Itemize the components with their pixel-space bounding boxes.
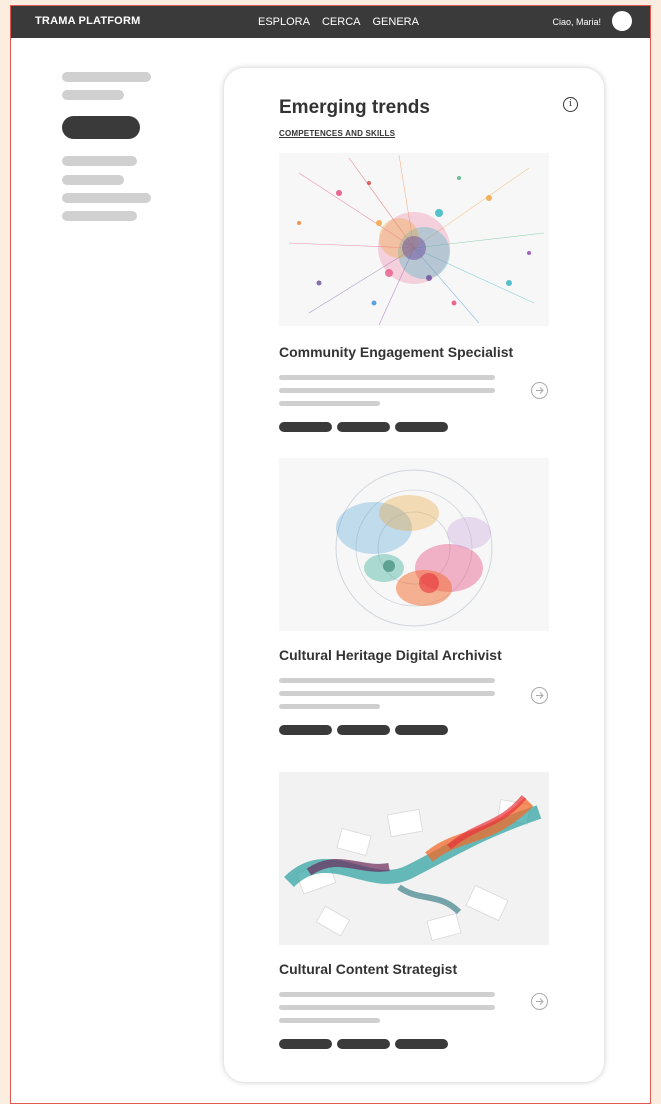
sidebar-placeholder-line [62, 72, 151, 82]
avatar[interactable] [612, 11, 632, 31]
sidebar-placeholder-line [62, 211, 137, 221]
sidebar-active-button[interactable] [62, 116, 140, 139]
user-greeting: Ciao, Maria! [552, 17, 601, 27]
placeholder-line [279, 1018, 380, 1023]
info-icon[interactable]: i [563, 97, 578, 112]
item-title[interactable]: Cultural Content Strategist [279, 961, 457, 977]
item-title[interactable]: Community Engagement Specialist [279, 344, 513, 360]
placeholder-line [279, 678, 495, 683]
tag-placeholder[interactable] [279, 1039, 332, 1049]
arrow-right-icon[interactable] [531, 382, 548, 399]
placeholder-line [279, 1005, 495, 1010]
arrow-right-icon[interactable] [531, 993, 548, 1010]
placeholder-line [279, 691, 495, 696]
tag-placeholder[interactable] [395, 725, 448, 735]
placeholder-line [279, 375, 495, 380]
app-frame: TRAMA PLATFORM ESPLORA CERCA GENERA Ciao… [10, 5, 651, 1104]
sidebar-placeholder-line [62, 175, 124, 185]
sidebar-placeholder-line [62, 90, 124, 100]
nav-esplora[interactable]: ESPLORA [258, 16, 310, 28]
top-navigation-bar: TRAMA PLATFORM ESPLORA CERCA GENERA Ciao… [11, 6, 650, 38]
tag-placeholder[interactable] [395, 422, 448, 432]
placeholder-line [279, 704, 380, 709]
item-title[interactable]: Cultural Heritage Digital Archivist [279, 647, 502, 663]
placeholder-line [279, 401, 380, 406]
tag-placeholder[interactable] [337, 1039, 390, 1049]
card-subtitle-link[interactable]: COMPETENCES AND SKILLS [279, 129, 395, 138]
tag-placeholder[interactable] [337, 422, 390, 432]
arrow-right-icon[interactable] [531, 687, 548, 704]
sidebar-placeholder-line [62, 193, 151, 203]
card-title: Emerging trends [279, 97, 430, 118]
emerging-trends-card: Emerging trends COMPETENCES AND SKILLS i [224, 68, 604, 1082]
tag-placeholder[interactable] [279, 422, 332, 432]
tag-placeholder[interactable] [279, 725, 332, 735]
tag-placeholder[interactable] [395, 1039, 448, 1049]
placeholder-line [279, 992, 495, 997]
nav-genera[interactable]: GENERA [372, 16, 418, 28]
placeholder-line [279, 388, 495, 393]
colorful-paper-ribbon-image[interactable] [279, 772, 549, 945]
nav-cerca[interactable]: CERCA [322, 16, 361, 28]
brand-logo[interactable]: TRAMA PLATFORM [35, 15, 140, 27]
main-nav: ESPLORA CERCA GENERA [258, 16, 419, 28]
sidebar-placeholder-line [62, 156, 137, 166]
colorful-circular-swirl-image[interactable] [279, 458, 549, 631]
colorful-particle-network-image[interactable] [279, 153, 549, 326]
tag-placeholder[interactable] [337, 725, 390, 735]
